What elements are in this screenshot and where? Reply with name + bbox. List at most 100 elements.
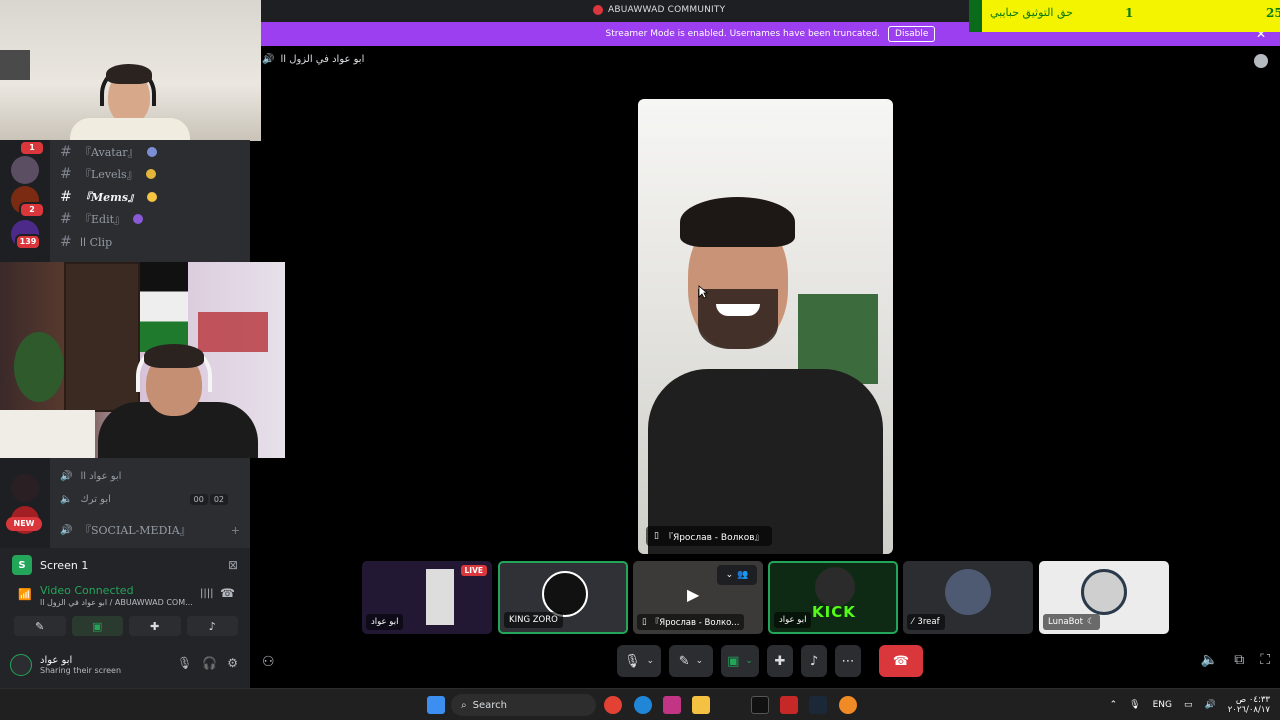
guest-hair: [144, 344, 204, 368]
server-icon[interactable]: [11, 474, 39, 502]
channel-clip[interactable]: # اا Clip: [60, 232, 112, 252]
channel-name: اا Clip: [80, 235, 113, 249]
volume-icon[interactable]: 🔈: [1201, 652, 1218, 668]
participant-tile[interactable]: LIVE ابو عواد: [362, 561, 492, 634]
network-icon[interactable]: ▭: [1184, 700, 1193, 710]
participant-tile[interactable]: KICK ابو عواد: [768, 561, 898, 634]
video-connected-label: Video Connected: [40, 584, 134, 597]
fullscreen-icon[interactable]: ⛶: [1260, 652, 1270, 668]
chevron-up-icon[interactable]: ⌃: [1110, 700, 1118, 710]
video-off-button[interactable]: ✎: [14, 616, 66, 636]
signal-icon[interactable]: 📶: [18, 588, 32, 601]
avatar: [542, 571, 588, 617]
channel-avatar[interactable]: # 『Avatar』: [60, 142, 157, 162]
emoji-icon: [145, 169, 156, 179]
hash-icon: #: [60, 234, 72, 250]
participant-tile[interactable]: ▶ ⌄ 👥 ▯ 『Ярослав - Волко...: [633, 561, 763, 634]
activities-icon: ✚: [150, 619, 160, 633]
edge-icon[interactable]: [634, 696, 652, 714]
connection-subtitle: ابو عواد في الزول اا / ABUAWWAD COM...: [40, 598, 193, 607]
language-indicator[interactable]: ENG: [1153, 700, 1172, 710]
emoji-icon: [146, 147, 157, 157]
channel-mems[interactable]: # 『Mems』: [60, 187, 158, 207]
disable-button[interactable]: Disable: [888, 26, 936, 42]
soundboard-button[interactable]: ♪: [801, 645, 827, 677]
stage-user-name: 『Ярослав - Волков』: [663, 532, 764, 543]
chat-icon[interactable]: [1254, 54, 1268, 68]
timer-seconds: 02: [209, 493, 228, 505]
more-button[interactable]: ⋯: [835, 645, 861, 677]
invite-user-icon[interactable]: ⚇: [262, 654, 275, 670]
discord-app-icon[interactable]: [839, 696, 857, 714]
activities-button[interactable]: ✚: [129, 616, 181, 636]
tile-options[interactable]: ⌄ 👥: [717, 565, 757, 585]
avatar[interactable]: [10, 654, 32, 676]
system-tray: ⌃ 🎙 ENG ▭ 🔊 ٠٤:٣٣ ص ٢٠٢٦/٠٨/١٧: [1110, 695, 1270, 715]
screen-share-icon: ▣: [92, 619, 103, 633]
participant-tile[interactable]: KING ZORO: [498, 561, 628, 634]
windows-start-icon[interactable]: [427, 696, 445, 714]
headphones-icon[interactable]: 🎧: [202, 656, 217, 670]
noise-suppression-icon[interactable]: ||||: [200, 588, 213, 599]
participant-tile[interactable]: LunaBot ☾: [1039, 561, 1169, 634]
participant-tile[interactable]: ⁄ 3reaf: [903, 561, 1033, 634]
voice-user[interactable]: 🔊 ابو عواد اا: [60, 466, 121, 486]
file-explorer-icon[interactable]: [692, 696, 710, 714]
microphone-icon[interactable]: 🎙: [1129, 700, 1140, 710]
screen-share-button[interactable]: ▣ ⌄: [721, 645, 759, 677]
channel-levels[interactable]: # 『Levels』: [60, 164, 156, 184]
muted-icon: ⁄: [912, 617, 914, 627]
taskbar-search[interactable]: ⌕ Search: [451, 694, 596, 716]
terminal-icon[interactable]: [751, 696, 769, 714]
camera-button[interactable]: ✎ ⌄: [669, 645, 713, 677]
camera-icon: ▶: [687, 585, 700, 604]
notification-badge: 2: [19, 202, 45, 218]
status-panel: S Screen 1 ⊠ 📶 Video Connected ابو عواد …: [0, 548, 250, 688]
volume-icon[interactable]: 🔊: [1205, 700, 1216, 710]
avatar: [1081, 569, 1127, 615]
channel-name: 『Mems』: [80, 191, 140, 204]
voice-user[interactable]: 🔈 ابو ترك 00 02: [60, 489, 240, 509]
discord-app: 1 2 139 NEW # 『Avatar』 # 『Levels』 # 『Mem…: [0, 0, 1280, 688]
server-logo-icon: [593, 5, 603, 15]
camera-off-icon: ✎: [678, 653, 690, 669]
soundboard-button[interactable]: ♪: [186, 616, 238, 636]
phone-hangup-icon: ☎: [892, 653, 910, 669]
chevron-down-icon: ⌄: [646, 656, 655, 666]
chrome-icon[interactable]: [604, 696, 622, 714]
chevron-down-icon: ⌄: [725, 570, 734, 580]
tile-user-name: 『Ярослав - Волко...: [650, 618, 740, 628]
activities-button[interactable]: ✚: [767, 645, 793, 677]
add-icon[interactable]: +: [231, 524, 240, 537]
microphone-button[interactable]: 🎙 ⌄: [617, 645, 661, 677]
mouse-cursor-icon: [698, 285, 708, 299]
steam-icon[interactable]: [809, 696, 827, 714]
user-name: ابو عواد: [40, 655, 73, 666]
view-controls: 🔈 ⧉ ⛶: [1201, 652, 1270, 668]
stream-preview: [426, 569, 454, 625]
door: [64, 262, 140, 412]
microphone-icon[interactable]: 🎙: [177, 656, 192, 670]
pop-out-icon[interactable]: ⧉: [1234, 652, 1244, 668]
flag: [140, 262, 188, 352]
stage-name-label: ▯ 『Ярослав - Волков』: [646, 526, 772, 546]
stop-share-button[interactable]: ▣: [71, 616, 123, 636]
server-icon[interactable]: [11, 156, 39, 184]
close-icon[interactable]: ⊠: [228, 558, 238, 572]
channel-social-media[interactable]: 🔊 『SOCIAL-MEDIA』 +: [60, 520, 240, 540]
person-hair: [680, 197, 795, 247]
channel-edit[interactable]: # 『Edit』: [60, 209, 144, 229]
main-video-stage[interactable]: ▯ 『Ярослав - Волков』: [638, 99, 893, 554]
recorder-icon[interactable]: [780, 696, 798, 714]
clock[interactable]: ٠٤:٣٣ ص ٢٠٢٦/٠٨/١٧: [1228, 695, 1270, 715]
person-beard: [698, 289, 778, 349]
soundboard-icon: ♪: [809, 653, 819, 669]
hash-icon: #: [60, 189, 72, 205]
gear-icon[interactable]: ⚙: [227, 656, 238, 670]
overlay-number: 25: [1266, 6, 1280, 20]
screen-share-row[interactable]: S Screen 1 ⊠: [12, 554, 238, 576]
hang-up-button[interactable]: ☎: [879, 645, 923, 677]
disconnect-icon[interactable]: ☎: [220, 586, 235, 600]
instagram-icon[interactable]: [663, 696, 681, 714]
channel-name: 『Avatar』: [80, 146, 139, 159]
